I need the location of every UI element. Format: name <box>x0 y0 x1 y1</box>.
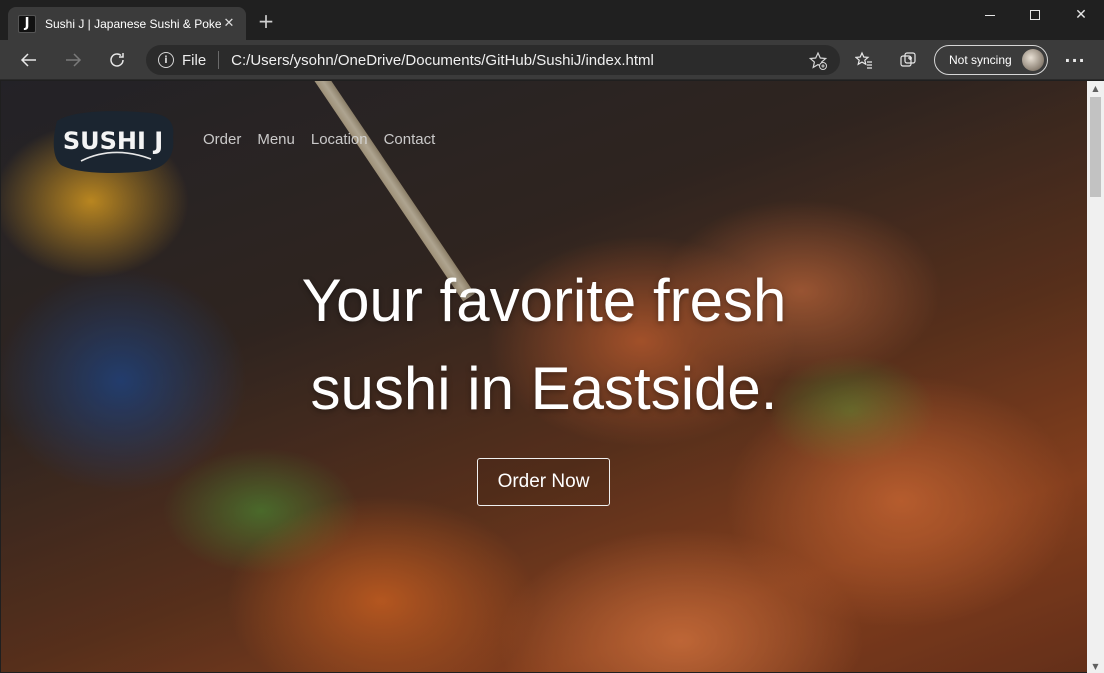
site-favicon-icon: J <box>18 14 36 33</box>
hero-headline-line-2: sushi in Eastside. <box>310 355 778 422</box>
tab-close-icon[interactable]: ✕ <box>220 14 238 32</box>
add-favorite-star-icon[interactable] <box>808 51 828 71</box>
browser-tab[interactable]: J Sushi J | Japanese Sushi & Poke ✕ <box>8 7 246 40</box>
profile-button[interactable]: Not syncing <box>934 45 1048 75</box>
order-now-button[interactable]: Order Now <box>477 458 610 506</box>
nav-link-order[interactable]: Order <box>203 131 241 148</box>
address-bar[interactable]: i File C:/Users/ysohn/OneDrive/Documents… <box>146 45 840 75</box>
address-separator <box>218 51 220 69</box>
nav-link-contact[interactable]: Contact <box>384 131 436 148</box>
more-horizontal-icon[interactable]: ··· <box>1061 46 1089 74</box>
refresh-icon[interactable] <box>103 46 131 74</box>
page-viewport: SUSHI J Order Menu Location Contact Your… <box>1 81 1087 672</box>
info-icon[interactable]: i <box>158 52 174 68</box>
scroll-thumb[interactable] <box>1090 97 1101 197</box>
profile-sync-label: Not syncing <box>949 53 1012 67</box>
back-arrow-icon[interactable] <box>15 46 43 74</box>
hero-headline-line-1: Your favorite fresh <box>301 267 787 334</box>
forward-arrow-icon[interactable] <box>59 46 87 74</box>
nav-link-menu[interactable]: Menu <box>257 131 295 148</box>
logo-text: SUSHI J <box>63 127 163 155</box>
minimize-icon[interactable] <box>967 0 1013 30</box>
page-scrollbar[interactable]: ▲ ▼ <box>1087 81 1104 673</box>
browser-toolbar: i File C:/Users/ysohn/OneDrive/Documents… <box>0 40 1104 80</box>
browser-window: J Sushi J | Japanese Sushi & Poke ✕ + ✕ … <box>0 0 1104 673</box>
title-bar: J Sushi J | Japanese Sushi & Poke ✕ + ✕ <box>0 0 1104 40</box>
maximize-icon[interactable] <box>1012 0 1058 30</box>
scroll-up-arrow-icon[interactable]: ▲ <box>1087 81 1104 95</box>
address-url[interactable]: C:/Users/ysohn/OneDrive/Documents/GitHub… <box>231 52 654 69</box>
window-close-icon[interactable]: ✕ <box>1058 0 1104 30</box>
hero-headline: Your favorite fresh sushi in Eastside. <box>1 257 1087 433</box>
collections-icon[interactable] <box>894 46 922 74</box>
scroll-down-arrow-icon[interactable]: ▼ <box>1087 659 1104 673</box>
address-scheme-label: File <box>182 51 207 69</box>
tab-title: Sushi J | Japanese Sushi & Poke <box>45 16 221 31</box>
site-logo[interactable]: SUSHI J <box>51 107 177 175</box>
new-tab-icon[interactable]: + <box>256 11 276 32</box>
nav-link-location[interactable]: Location <box>311 131 368 148</box>
favorites-icon[interactable] <box>850 46 878 74</box>
avatar <box>1022 49 1044 71</box>
site-nav: Order Menu Location Contact <box>203 131 451 148</box>
